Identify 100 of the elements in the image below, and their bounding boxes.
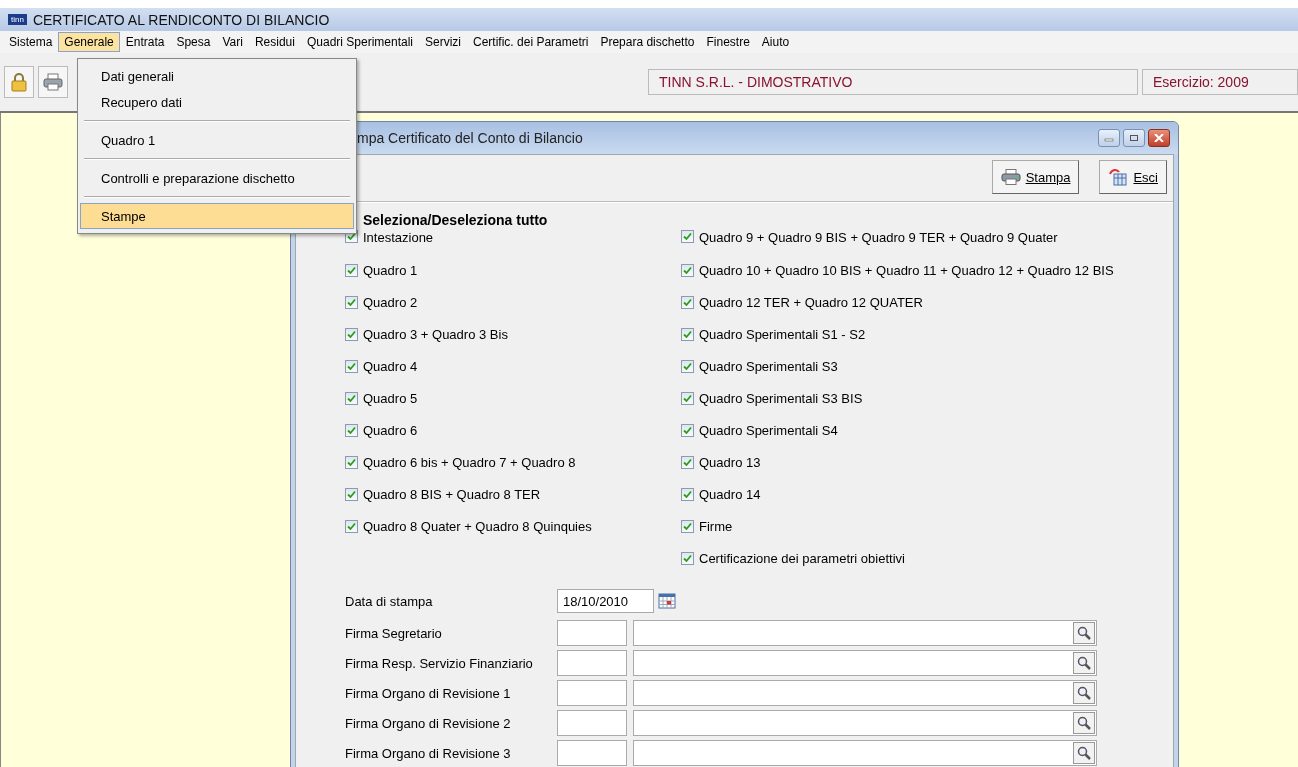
menu-item[interactable]: Servizi: [419, 32, 468, 52]
app-logo: tinn: [8, 14, 27, 25]
checkbox-label: Quadro Sperimentali S4: [699, 422, 838, 438]
close-icon: [1154, 134, 1164, 142]
menu-item[interactable]: Generale: [58, 32, 120, 52]
search-button[interactable]: [1073, 682, 1095, 704]
menu-item[interactable]: Sistema: [3, 32, 59, 52]
menu-item[interactable]: Quadri Sperimentali: [300, 32, 419, 52]
checkbox[interactable]: [345, 519, 358, 533]
checkbox-label: Firme: [699, 518, 733, 534]
checkbox-label: Intestazione: [363, 230, 434, 245]
search-icon: [1077, 746, 1091, 760]
checkbox[interactable]: [681, 487, 694, 501]
menu-item[interactable]: Recupero dati: [80, 89, 354, 115]
exit-button[interactable]: Esci: [1099, 160, 1167, 194]
print-date-label: Data di stampa: [345, 593, 434, 609]
checkbox-label: Certificazione dei parametri obiettivi: [699, 550, 905, 566]
date-field[interactable]: 18/10/2010: [557, 589, 654, 613]
checkbox[interactable]: [681, 519, 694, 533]
checkbox[interactable]: [681, 391, 694, 405]
menu-item[interactable]: Finestre: [700, 32, 756, 52]
menu-item[interactable]: Controlli e preparazione dischetto: [80, 165, 354, 191]
checkbox-label: Quadro 14: [699, 486, 761, 502]
minimize-button[interactable]: [1098, 129, 1120, 147]
search-button[interactable]: [1073, 712, 1095, 734]
checkbox-label: Quadro 3 + Quadro 3 Bis: [363, 326, 508, 342]
menu-item[interactable]: Prepara dischetto: [594, 32, 701, 52]
code-field[interactable]: [557, 710, 627, 736]
checkbox[interactable]: [681, 327, 694, 341]
menu-item[interactable]: Residui: [248, 32, 301, 52]
code-field[interactable]: [557, 740, 627, 766]
checkbox[interactable]: [345, 295, 358, 309]
printer-icon: [1000, 169, 1021, 185]
checkbox[interactable]: [681, 455, 694, 469]
menu-item[interactable]: Stampe: [80, 203, 354, 229]
checkbox[interactable]: [345, 423, 358, 437]
name-field[interactable]: [633, 740, 1097, 766]
checkbox-label: Quadro 6: [363, 422, 418, 438]
search-button[interactable]: [1073, 742, 1095, 764]
checkbox[interactable]: [345, 455, 358, 469]
checkbox-label: Quadro 10 + Quadro 10 BIS + Quadro 11 + Quadro 12 + Quadro 12 BIS: [699, 262, 1114, 278]
search-icon: [1077, 626, 1091, 640]
checkbox[interactable]: [345, 263, 358, 277]
checkbox[interactable]: [681, 295, 694, 309]
menu-item[interactable]: Quadro 1: [80, 127, 354, 153]
company-label: TINN S.R.L. - DIMOSTRATIVO: [648, 69, 1138, 95]
checkbox[interactable]: [681, 230, 694, 243]
menu-item[interactable]: Dati generali: [80, 63, 354, 89]
signature-label: Firma Organo di Revisione 1: [345, 685, 512, 701]
checkbox-label: Quadro 5: [363, 390, 418, 406]
checkbox-label: Quadro Sperimentali S3 BIS: [699, 390, 863, 406]
menu-item[interactable]: Spesa: [170, 32, 217, 52]
padlock-icon[interactable]: [4, 66, 34, 98]
search-button[interactable]: [1073, 622, 1095, 644]
search-button[interactable]: [1073, 652, 1095, 674]
print-button[interactable]: Stampa: [991, 160, 1080, 194]
name-field[interactable]: [633, 650, 1097, 676]
calendar-icon[interactable]: [658, 593, 676, 609]
signature-label: Firma Organo di Revisione 3: [345, 745, 512, 761]
exit-icon: [1108, 168, 1129, 186]
name-field[interactable]: [633, 680, 1097, 706]
menu-item[interactable]: Aiuto: [755, 32, 796, 52]
fiscal-year-label: Esercizio: 2009: [1142, 69, 1298, 95]
checkbox-label: Quadro 2: [363, 294, 418, 310]
code-field[interactable]: [557, 620, 627, 646]
menu-item[interactable]: Entrata: [119, 32, 171, 52]
code-field[interactable]: [557, 650, 627, 676]
search-icon: [1077, 686, 1091, 700]
checkbox-label: Quadro Sperimentali S1 - S2: [699, 326, 866, 342]
select-all-label[interactable]: Seleziona/Deseleziona tutto: [363, 212, 548, 228]
checkbox-label: Quadro 9 + Quadro 9 BIS + Quadro 9 TER + Quadro 9 Quater: [699, 230, 1058, 245]
checkbox-label: Quadro Sperimentali S3: [699, 358, 838, 374]
code-field[interactable]: [557, 680, 627, 706]
checkbox[interactable]: [681, 263, 694, 277]
name-field[interactable]: [633, 710, 1097, 736]
checkbox[interactable]: [345, 327, 358, 341]
signature-label: Firma Organo di Revisione 2: [345, 715, 512, 731]
checkbox[interactable]: [681, 551, 694, 565]
window-title: CERTIFICATO AL RENDICONTO DI BILANCIO: [32, 11, 330, 28]
name-field[interactable]: [633, 620, 1097, 646]
checkbox[interactable]: [681, 359, 694, 373]
checkbox-label: Quadro 8 BIS + Quadro 8 TER: [363, 486, 541, 502]
checkbox-label: Quadro 1: [363, 262, 418, 278]
signature-label: Firma Segretario: [345, 625, 443, 641]
child-window-title: mpa Certificato del Conto di Bilancio: [356, 130, 584, 146]
maximize-icon: [1129, 134, 1139, 142]
checkbox[interactable]: [345, 359, 358, 373]
checkbox[interactable]: [345, 487, 358, 501]
search-icon: [1077, 656, 1091, 670]
checkbox[interactable]: [345, 391, 358, 405]
maximize-button[interactable]: [1123, 129, 1145, 147]
checkbox-label: Quadro 13: [699, 454, 761, 470]
printer-icon[interactable]: [38, 66, 68, 98]
close-button[interactable]: [1148, 129, 1170, 147]
menu-item[interactable]: Certific. dei Parametri: [467, 32, 595, 52]
menu-item[interactable]: Vari: [216, 32, 249, 52]
search-icon: [1077, 716, 1091, 730]
signature-label: Firma Resp. Servizio Finanziario: [345, 655, 534, 671]
checkbox-label: Quadro 4: [363, 358, 418, 374]
checkbox[interactable]: [681, 423, 694, 437]
